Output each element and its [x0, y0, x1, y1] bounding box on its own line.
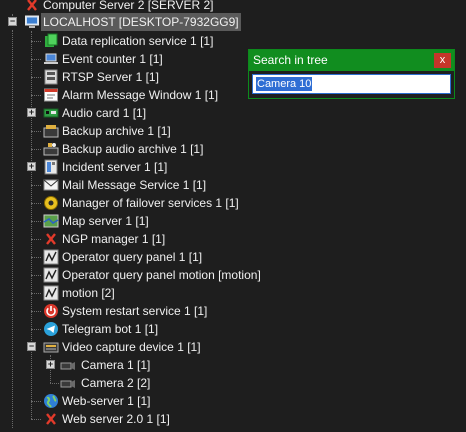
tree-item-label: Map server 1 [1]	[62, 214, 149, 228]
tree-item[interactable]: Backup audio archive 1 [1]	[0, 140, 300, 158]
tree-item[interactable]: Mail Message Service 1 [1]	[0, 176, 300, 194]
tree-branch-line	[31, 59, 41, 60]
failover-icon	[43, 195, 59, 211]
collapse-toggle[interactable]: −	[8, 17, 17, 26]
tree-item-label: Video capture device 1 [1]	[62, 340, 201, 354]
tree-branch-line	[31, 329, 41, 330]
tree-item-label: Camera 2 [2]	[81, 376, 151, 390]
tree-item-localhost[interactable]: − LOCALHOST [DESKTOP-7932GG9]	[0, 13, 300, 31]
tree-item-label: Web server 2.0 1 [1]	[62, 412, 170, 426]
tree-branch-line	[50, 383, 59, 384]
globe-icon	[43, 393, 59, 409]
tree-branch-line	[31, 185, 41, 186]
alarm-window-icon	[43, 87, 59, 103]
camera-icon	[60, 357, 76, 373]
tree-item-label: Data replication service 1 [1]	[62, 34, 214, 48]
tree-branch-line	[31, 41, 41, 42]
tree-item-label: LOCALHOST [DESKTOP-7932GG9]	[41, 13, 241, 31]
search-input[interactable]: Camera 10	[252, 74, 451, 94]
search-in-tree-popup: Search in tree x Camera 10	[248, 49, 455, 99]
audio-card-icon	[43, 105, 59, 121]
tree-item[interactable]: Camera 2 [2]	[0, 374, 300, 392]
tree-branch-line	[31, 293, 41, 294]
tree-branch-line	[31, 275, 41, 276]
close-button[interactable]: x	[434, 53, 451, 68]
tree-branch-line	[31, 131, 41, 132]
red-x-icon	[43, 231, 59, 247]
tree-branch-line	[31, 203, 41, 204]
query-panel-icon	[43, 285, 59, 301]
tree-branch-line	[31, 419, 41, 420]
tree-item-label: Mail Message Service 1 [1]	[62, 178, 207, 192]
tree-branch-line	[31, 239, 41, 240]
power-icon	[43, 303, 59, 319]
tree-item[interactable]: NGP manager 1 [1]	[0, 230, 300, 248]
collapse-toggle[interactable]: −	[27, 342, 36, 351]
query-panel-icon	[43, 249, 59, 265]
tree-item-label: RTSP Server 1 [1]	[62, 70, 159, 84]
tree-item[interactable]: System restart service 1 [1]	[0, 302, 300, 320]
replication-icon	[43, 33, 59, 49]
search-popup-title: Search in tree	[249, 50, 454, 71]
capture-device-icon	[43, 339, 59, 355]
tree-branch-line	[31, 77, 41, 78]
red-x-icon	[43, 411, 59, 427]
search-input-value: Camera 10	[256, 77, 313, 91]
tree-item-video-capture[interactable]: − Video capture device 1 [1]	[0, 338, 300, 356]
tree-item[interactable]: + Camera 1 [1]	[0, 356, 300, 374]
tree-item-label: Telegram bot 1 [1]	[62, 322, 159, 336]
tree-branch-line	[31, 257, 41, 258]
tree-branch-line	[31, 149, 41, 150]
tree-item[interactable]: + Incident server 1 [1]	[0, 158, 300, 176]
tree-item-label: Event counter 1 [1]	[62, 52, 163, 66]
tree-item-label: Manager of failover services 1 [1]	[62, 196, 239, 210]
tree-branch-line	[31, 401, 41, 402]
expand-toggle[interactable]: +	[46, 360, 55, 369]
tree-item-label: Audio card 1 [1]	[62, 106, 147, 120]
red-x-icon	[24, 0, 40, 13]
tree-item[interactable]: Computer Server 2 [SERVER 2]	[0, 0, 300, 14]
tree-item-label: System restart service 1 [1]	[62, 304, 208, 318]
tree-item-label: NGP manager 1 [1]	[62, 232, 166, 246]
tree-item[interactable]: Map server 1 [1]	[0, 212, 300, 230]
tree-item-label: Web-server 1 [1]	[62, 394, 151, 408]
tree-branch-line	[31, 221, 41, 222]
query-panel-icon	[43, 267, 59, 283]
tree-item[interactable]: + Audio card 1 [1]	[0, 104, 300, 122]
tree-item[interactable]: Telegram bot 1 [1]	[0, 320, 300, 338]
tree-item-label: Incident server 1 [1]	[62, 160, 168, 174]
rtsp-server-icon	[43, 69, 59, 85]
expand-toggle[interactable]: +	[27, 162, 36, 171]
incident-server-icon	[43, 159, 59, 175]
tree-item[interactable]: motion [2]	[0, 284, 300, 302]
tree-item[interactable]: Web-server 1 [1]	[0, 392, 300, 410]
tree-item-label: Backup archive 1 [1]	[62, 124, 171, 138]
tree-item-label: motion [2]	[62, 286, 115, 300]
tree-item-label: Alarm Message Window 1 [1]	[62, 88, 219, 102]
archive-icon	[43, 123, 59, 139]
expand-toggle[interactable]: +	[27, 108, 36, 117]
mail-icon	[43, 177, 59, 193]
computer-icon	[24, 14, 40, 30]
tree-item[interactable]: Backup archive 1 [1]	[0, 122, 300, 140]
laptop-icon	[43, 51, 59, 67]
tree-item[interactable]: Operator query panel motion [motion]	[0, 266, 300, 284]
tree-item[interactable]: Data replication service 1 [1]	[0, 32, 300, 50]
tree-item[interactable]: Operator query panel 1 [1]	[0, 248, 300, 266]
tree-item-label: Operator query panel motion [motion]	[62, 268, 261, 282]
tree-item-label: Operator query panel 1 [1]	[62, 250, 203, 264]
map-server-icon	[43, 213, 59, 229]
tree-item-label: Computer Server 2 [SERVER 2]	[43, 0, 214, 12]
tree-item[interactable]: Manager of failover services 1 [1]	[0, 194, 300, 212]
tree-item[interactable]: Web server 2.0 1 [1]	[0, 410, 300, 428]
telegram-icon	[43, 321, 59, 337]
audio-archive-icon	[43, 141, 59, 157]
tree-branch-line	[31, 311, 41, 312]
tree-branch-line	[31, 95, 41, 96]
camera-icon	[60, 375, 76, 391]
tree-item-label: Camera 1 [1]	[81, 358, 151, 372]
tree-item-label: Backup audio archive 1 [1]	[62, 142, 204, 156]
